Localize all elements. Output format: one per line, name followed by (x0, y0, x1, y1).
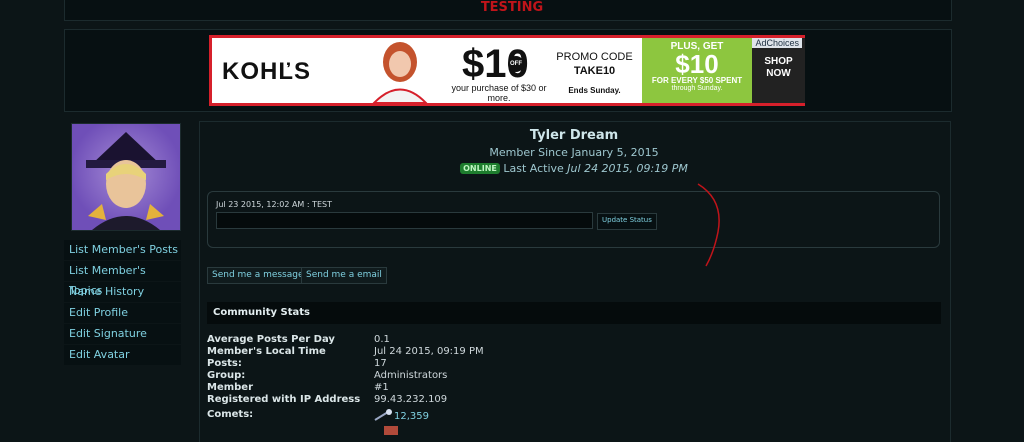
stat-value: #1 (374, 382, 389, 393)
avatar (71, 123, 181, 231)
status-text: Jul 23 2015, 12:02 AM : TEST (216, 200, 333, 209)
advertisement-banner[interactable]: KOHĽS $10 OFF your purchase of $30 or mo… (209, 35, 805, 106)
stat-label: Comets: (207, 409, 254, 420)
ad-purchase-text: your purchase of $30 or more. (451, 83, 547, 103)
last-active-label: Last Active (503, 162, 564, 175)
stat-label: Registered with IP Address (207, 394, 361, 405)
sidebar-item-edit-profile[interactable]: Edit Profile (64, 303, 181, 324)
adchoices-link[interactable]: AdChoices (752, 38, 802, 48)
online-badge: ONLINE (460, 163, 500, 174)
comets-count: 12,359 (394, 411, 429, 422)
member-since: Member Since January 5, 2015 (489, 146, 659, 159)
community-stats-heading: Community Stats (207, 302, 941, 324)
stat-value: 17 (374, 358, 387, 369)
last-active-line: ONLINE Last Active Jul 24 2015, 09:19 PM (199, 162, 949, 175)
send-email-button[interactable]: Send me a email (301, 267, 387, 284)
comets-value: 12,359 (374, 409, 429, 422)
ad-bonus-detail: FOR EVERY $50 SPENT (651, 76, 743, 85)
ad-ends: Ends Sunday. (568, 86, 621, 95)
stat-label: Group: (207, 370, 246, 381)
stat-label: Member (207, 382, 254, 393)
comet-icon (374, 409, 392, 421)
sidebar-item-edit-signature[interactable]: Edit Signature (64, 324, 181, 345)
badge-icon (384, 426, 398, 435)
stat-label: Member's Local Time (207, 346, 326, 357)
ad-model-image (350, 38, 450, 104)
ad-bonus: $10 (675, 49, 719, 79)
send-message-button[interactable]: Send me a message (207, 267, 309, 284)
last-active-value: Jul 24 2015, 09:19 PM (567, 162, 688, 175)
sidebar-item-list-posts[interactable]: List Member's Posts (64, 240, 181, 261)
ad-promo-code: TAKE10 (573, 65, 616, 77)
ad-bonus-panel: PLUS, GET $10 FOR EVERY $50 SPENT throug… (642, 38, 752, 103)
stat-label: Average Posts Per Day (207, 334, 335, 345)
stat-value: Administrators (374, 370, 448, 381)
annotation-scribble (697, 183, 720, 267)
member-sidebar: List Member's Posts List Member's Topics… (64, 240, 182, 366)
ad-promo-label: PROMO CODE (556, 51, 633, 63)
site-title: TESTING (480, 0, 544, 15)
update-status-button[interactable]: Update Status (597, 213, 657, 230)
ad-bonus-through: through Sunday. (671, 85, 723, 92)
stat-value: 99.43.232.109 (374, 394, 448, 405)
ad-promo: PROMO CODE TAKE10 (552, 50, 637, 78)
status-input[interactable] (216, 212, 593, 229)
ad-off-badge: OFF (508, 56, 524, 72)
sidebar-item-list-topics[interactable]: List Member's Topics (64, 261, 181, 297)
sidebar-item-name-history[interactable]: Name History (64, 282, 181, 303)
sidebar-item-edit-avatar[interactable]: Edit Avatar (64, 345, 181, 366)
profile-name: Tyler Dream (529, 128, 619, 143)
ad-brand: KOHĽS (222, 58, 311, 85)
stat-label: Posts: (207, 358, 242, 369)
stat-value: 0.1 (374, 334, 390, 345)
stat-value: Jul 24 2015, 09:19 PM (374, 346, 484, 357)
